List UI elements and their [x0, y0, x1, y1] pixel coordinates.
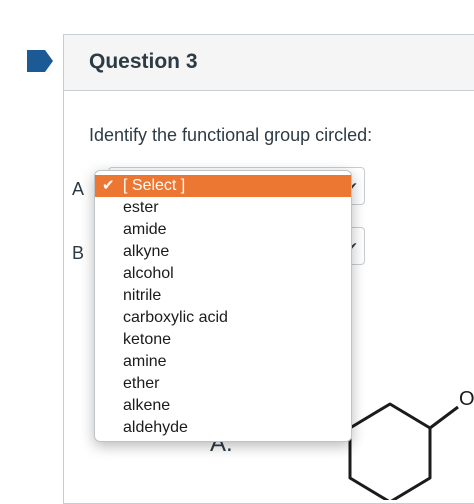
row-a-label: A	[72, 179, 85, 199]
menu-item-label: [ Select ]	[123, 177, 186, 194]
menu-item-alkyne[interactable]: alkyne	[95, 241, 351, 263]
cyclohexane-molecule-drawing: O	[348, 388, 474, 500]
menu-item-amide[interactable]: amide	[95, 219, 351, 241]
question-title: Question 3	[89, 50, 198, 73]
flag-bookmark-icon[interactable]	[27, 50, 53, 72]
menu-item-select[interactable]: ✔ [ Select ]	[95, 175, 351, 197]
oxygen-atom-label: O	[459, 388, 474, 410]
menu-item-carboxylic-acid[interactable]: carboxylic acid	[95, 307, 351, 329]
menu-item-alkene[interactable]: alkene	[95, 395, 351, 417]
question-prompt: Identify the functional group circled:	[89, 125, 373, 145]
menu-item-nitrile[interactable]: nitrile	[95, 285, 351, 307]
menu-item-ether[interactable]: ether	[95, 373, 351, 395]
dropdown-menu: ✔ [ Select ] ester amide alkyne alcohol …	[94, 170, 352, 442]
menu-item-ketone[interactable]: ketone	[95, 329, 351, 351]
menu-item-ester[interactable]: ester	[95, 197, 351, 219]
menu-item-amine[interactable]: amine	[95, 351, 351, 373]
checkmark-icon: ✔	[102, 177, 115, 194]
menu-item-alcohol[interactable]: alcohol	[95, 263, 351, 285]
question-header: Question 3	[64, 35, 474, 91]
menu-item-aldehyde[interactable]: aldehyde	[95, 417, 351, 439]
row-b-label: B	[72, 243, 85, 263]
